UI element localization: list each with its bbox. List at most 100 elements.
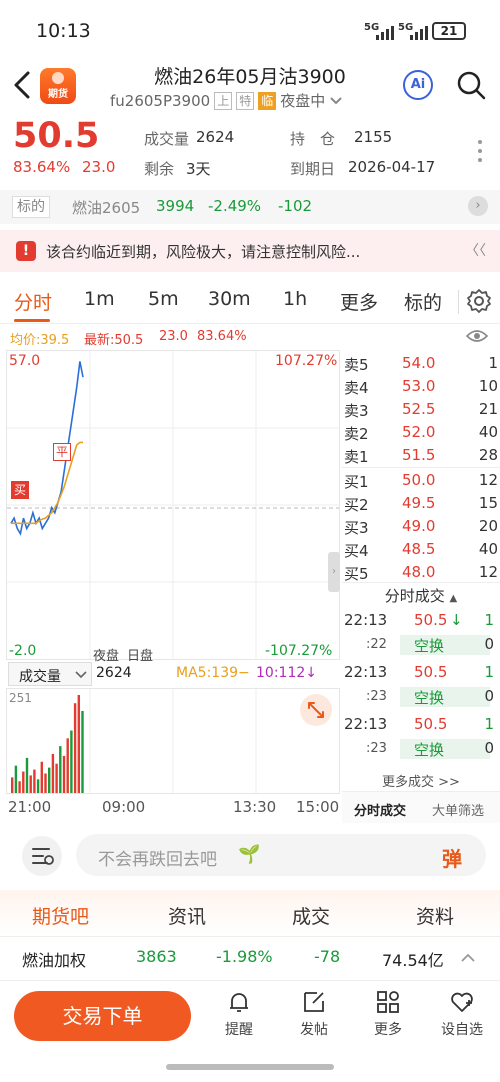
- tab-large-orders[interactable]: 大单筛选: [432, 800, 484, 819]
- intraday-chart[interactable]: 57.0 -2.0 107.27% -107.27% 买 平 夜盘 日盘: [6, 350, 340, 664]
- add-watchlist-label: 设自选: [441, 1022, 483, 1038]
- chart-info-line: 均价:39.5 最新:50.5 23.0 83.64%: [0, 325, 500, 349]
- special-tag: 特: [236, 91, 255, 110]
- level-price: 48.5: [402, 540, 436, 558]
- level-label: 买3: [344, 519, 369, 537]
- tab-more[interactable]: 更多: [340, 288, 378, 315]
- home-indicator: [166, 1064, 334, 1070]
- open-interest-label: 持 仓: [290, 130, 336, 148]
- ai-assistant-icon[interactable]: Ai: [403, 70, 433, 100]
- latest-pct: 83.64%: [197, 329, 247, 344]
- time-label: 15:00: [296, 798, 340, 816]
- order-book-divider: [342, 467, 500, 468]
- search-icon[interactable]: [456, 70, 486, 100]
- tab-trades[interactable]: 成交: [292, 902, 330, 929]
- change-amount: 23.0: [82, 158, 116, 176]
- level-label: 卖5: [344, 356, 369, 374]
- tick-tabs: 分时成交 大单筛选: [342, 791, 500, 823]
- close-marker[interactable]: 平: [53, 443, 72, 461]
- status-bar: 10:13 5G 5G 21: [0, 0, 500, 62]
- more-button[interactable]: 更多: [358, 989, 418, 1039]
- bid-row[interactable]: 买3 49.0 20: [342, 515, 500, 538]
- volume-selector[interactable]: 成交量: [8, 662, 92, 686]
- ask-row[interactable]: 卖5 54.0 1: [342, 352, 500, 375]
- volume-bar: [66, 738, 69, 793]
- ask-row[interactable]: 卖4 53.0 10: [342, 375, 500, 398]
- comment-input[interactable]: 不会再跌回去吧 🌱 弹: [76, 834, 486, 876]
- contract-title: 燃油26年05月沽3900: [154, 66, 346, 88]
- warning-text: 该合约临近到期，风险极大，请注意控制风险...: [46, 243, 361, 261]
- session-status[interactable]: 夜盘中: [280, 90, 325, 111]
- bid-row[interactable]: 买1 50.0 12: [342, 469, 500, 492]
- period-tabs: 分时 1m 5m 30m 1h 更多 标的: [0, 280, 500, 324]
- tab-30m[interactable]: 30m: [208, 288, 251, 310]
- bid-row[interactable]: 买2 49.5 15: [342, 492, 500, 515]
- expand-icon[interactable]: [300, 694, 332, 726]
- alert-label: 提醒: [225, 1022, 253, 1038]
- risk-warning-banner[interactable]: ! 该合约临近到期，风险极大，请注意控制风险... 〈〈: [0, 230, 500, 272]
- alert-button[interactable]: 提醒: [209, 989, 269, 1039]
- eye-icon[interactable]: [466, 329, 488, 343]
- index-price: 3863: [136, 947, 177, 966]
- tab-1m[interactable]: 1m: [84, 288, 115, 310]
- tick-seconds: :22: [366, 637, 387, 652]
- chevron-right-icon[interactable]: ›: [468, 196, 488, 216]
- bid-row[interactable]: 买5 48.0 12: [342, 561, 500, 584]
- tick-time: 22:13: [344, 663, 388, 681]
- volume-bar: [33, 769, 36, 793]
- level-label: 卖2: [344, 425, 369, 443]
- tab-tick-trades[interactable]: 分时成交: [354, 800, 406, 819]
- index-ticker-row[interactable]: 燃油加权 3863 -1.98% -78 74.54亿: [0, 936, 500, 980]
- more-trades-link[interactable]: 更多成交 >>: [342, 771, 500, 790]
- volume-indicator-value: 2624: [96, 665, 132, 681]
- tick-type: 空换: [414, 689, 445, 707]
- y-axis-bottom-label: -2.0: [9, 643, 37, 659]
- bid-row[interactable]: 买4 48.5 40: [342, 538, 500, 561]
- underlying-row[interactable]: 标的 燃油2605 3994 -2.49% -102 ›: [0, 190, 500, 224]
- grid-icon: [377, 991, 399, 1013]
- tab-5m[interactable]: 5m: [148, 288, 179, 310]
- level-label: 买5: [344, 565, 369, 583]
- danmaku-list-icon[interactable]: [22, 836, 62, 876]
- more-label: 更多: [374, 1022, 402, 1038]
- add-watchlist-button[interactable]: 设自选: [432, 989, 492, 1039]
- level-qty: 10: [478, 377, 498, 395]
- expiry-tag: 临: [258, 91, 277, 110]
- ma5-value: MA5:139−: [176, 665, 250, 681]
- signal-bars-1-icon: [376, 24, 394, 40]
- gear-icon[interactable]: [466, 288, 492, 314]
- tick-type-qty: 0: [484, 687, 494, 705]
- post-button[interactable]: 发帖: [284, 989, 344, 1039]
- bell-icon: [230, 993, 248, 1012]
- volume-label: 成交量: [144, 130, 190, 148]
- status-time: 10:13: [36, 20, 91, 42]
- tab-underlying[interactable]: 标的: [404, 288, 442, 315]
- ask-row[interactable]: 卖1 51.5 28: [342, 444, 500, 467]
- change-percent: 83.64%: [13, 158, 71, 176]
- tick-qty: 1: [484, 611, 494, 629]
- level-price: 51.5: [402, 446, 436, 464]
- danmaku-toggle-button[interactable]: 弹: [442, 843, 462, 872]
- ask-row[interactable]: 卖3 52.5 21: [342, 398, 500, 421]
- back-arrow-icon[interactable]: [12, 70, 32, 100]
- tick-trades-header[interactable]: 分时成交 ▲: [342, 583, 500, 609]
- chevron-down-icon[interactable]: [329, 96, 343, 106]
- tab-1h[interactable]: 1h: [283, 288, 307, 310]
- buy-marker[interactable]: 买: [11, 481, 30, 499]
- tick-price: 50.5: [414, 715, 448, 733]
- tab-futures-forum[interactable]: 期货吧: [32, 902, 89, 929]
- level-label: 买4: [344, 542, 369, 560]
- tab-intraday[interactable]: 分时: [14, 288, 52, 315]
- ask-row[interactable]: 卖2 52.0 40: [342, 421, 500, 444]
- volume-chart[interactable]: 251: [6, 688, 340, 794]
- tab-info[interactable]: 资料: [416, 902, 454, 929]
- quote-panel: 50.5 83.64% 23.0 成交量 2624 剩余 3天 持 仓 2155…: [0, 116, 500, 188]
- more-dots-icon[interactable]: [478, 140, 482, 167]
- tab-news[interactable]: 资讯: [168, 902, 206, 929]
- place-order-button[interactable]: 交易下单: [14, 991, 191, 1041]
- chevron-up-icon[interactable]: [460, 953, 476, 963]
- volume-bar: [48, 767, 51, 793]
- warning-more-icon[interactable]: 〈〈: [465, 240, 486, 260]
- collapse-handle-icon[interactable]: ›: [328, 552, 340, 592]
- tick-trades-title: 分时成交: [384, 587, 445, 605]
